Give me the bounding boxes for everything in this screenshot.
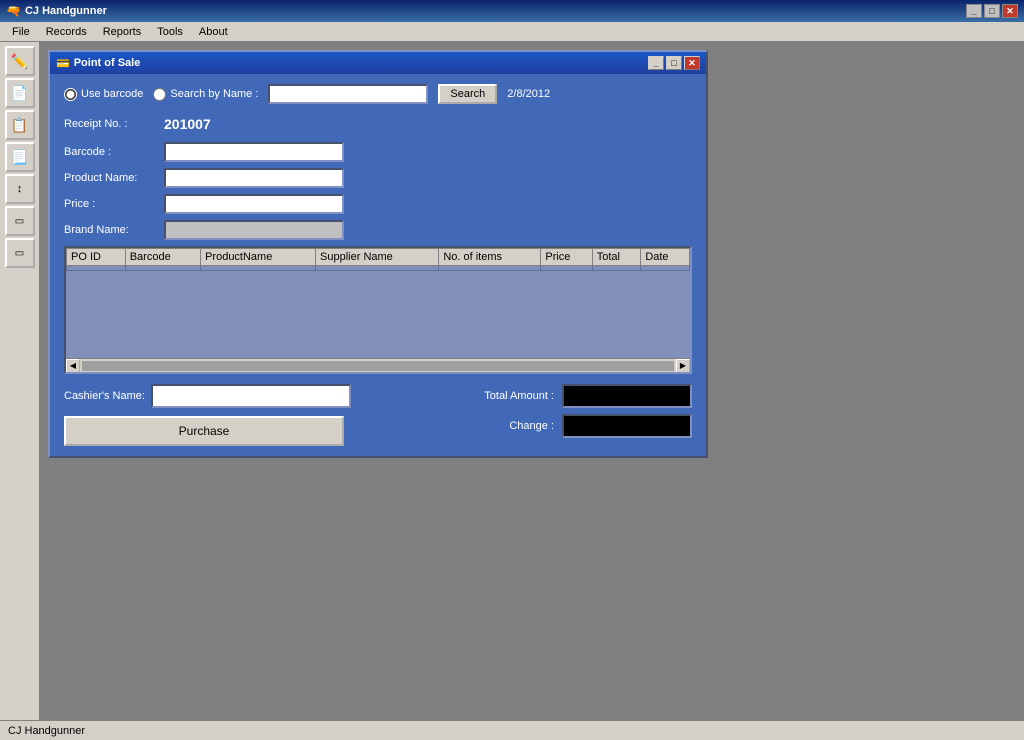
receipt-row: Receipt No. : 201007 xyxy=(64,116,692,132)
col-po-id: PO ID xyxy=(67,249,126,266)
cashier-label: Cashier's Name: xyxy=(64,390,145,402)
price-input[interactable] xyxy=(164,194,344,214)
purchase-table: PO ID Barcode ProductName Supplier Name … xyxy=(66,248,690,271)
horizontal-scrollbar[interactable]: ◀ ▶ xyxy=(66,358,690,372)
status-bar-text: CJ Handgunner xyxy=(8,725,85,737)
dialog-close-button[interactable]: ✕ xyxy=(684,56,700,70)
menu-records[interactable]: Records xyxy=(38,25,95,39)
use-barcode-radio[interactable] xyxy=(64,88,77,101)
point-of-sale-dialog: 💳 Point of Sale _ □ ✕ Use barcode xyxy=(48,50,708,458)
use-barcode-option[interactable]: Use barcode xyxy=(64,88,143,101)
brand-name-row: Brand Name: xyxy=(64,220,692,240)
product-name-label: Product Name: xyxy=(64,172,164,184)
purchase-table-container: PO ID Barcode ProductName Supplier Name … xyxy=(64,246,692,374)
scroll-track[interactable] xyxy=(82,361,674,371)
purchase-button[interactable]: Purchase xyxy=(64,416,344,446)
scroll-left-button[interactable]: ◀ xyxy=(66,359,80,373)
barcode-row: Barcode : xyxy=(64,142,692,162)
change-value xyxy=(562,414,692,438)
change-row: Change : xyxy=(454,414,692,438)
cashier-name-row: Cashier's Name: xyxy=(64,384,351,408)
app-maximize-button[interactable]: □ xyxy=(984,4,1000,18)
total-amount-label: Total Amount : xyxy=(454,390,554,402)
dialog-maximize-button[interactable]: □ xyxy=(666,56,682,70)
app-minimize-button[interactable]: _ xyxy=(966,4,982,18)
table-scroll-area[interactable]: PO ID Barcode ProductName Supplier Name … xyxy=(66,248,690,358)
sidebar-box2-button[interactable]: ▭ xyxy=(5,238,35,268)
product-name-row: Product Name: xyxy=(64,168,692,188)
price-label: Price : xyxy=(64,198,164,210)
app-close-button[interactable]: ✕ xyxy=(1002,4,1018,18)
receipt-value: 201007 xyxy=(164,116,211,132)
sidebar-doc1-button[interactable]: 📄 xyxy=(5,78,35,108)
brand-name-label: Brand Name: xyxy=(64,224,164,236)
sidebar-doc2-button[interactable]: 📋 xyxy=(5,110,35,140)
bottom-row: Cashier's Name: Purchase Total Amount : … xyxy=(64,384,692,446)
dialog-body: Use barcode Search by Name : Search 2/8/… xyxy=(50,74,706,456)
sidebar-edit-button[interactable]: ✏️ xyxy=(5,46,35,76)
scroll-right-button[interactable]: ▶ xyxy=(676,359,690,373)
col-price: Price xyxy=(541,249,592,266)
table-row xyxy=(67,266,690,271)
brand-name-input[interactable] xyxy=(164,220,344,240)
search-by-name-radio[interactable] xyxy=(153,88,166,101)
sidebar: ✏️ 📄 📋 📃 ↕ ▭ ▭ xyxy=(0,42,40,720)
status-bar: CJ Handgunner xyxy=(0,720,1024,740)
search-name-input[interactable] xyxy=(268,84,428,104)
dialog-title-bar: 💳 Point of Sale _ □ ✕ xyxy=(50,52,706,74)
menu-about[interactable]: About xyxy=(191,25,236,39)
menu-file[interactable]: File xyxy=(4,25,38,39)
col-total: Total xyxy=(592,249,641,266)
menu-bar: File Records Reports Tools About xyxy=(0,22,1024,42)
sidebar-nav-button[interactable]: ↕ xyxy=(5,174,35,204)
sidebar-box1-button[interactable]: ▭ xyxy=(5,206,35,236)
totals-section: Total Amount : Change : xyxy=(454,384,692,438)
menu-reports[interactable]: Reports xyxy=(95,25,150,39)
change-label: Change : xyxy=(454,420,554,432)
receipt-label: Receipt No. : xyxy=(64,118,164,130)
use-barcode-label: Use barcode xyxy=(81,88,143,100)
content-area: 💳 Point of Sale _ □ ✕ Use barcode xyxy=(40,42,1024,720)
search-options-row: Use barcode Search by Name : Search 2/8/… xyxy=(64,84,692,104)
app-title: CJ Handgunner xyxy=(25,5,107,17)
total-amount-row: Total Amount : xyxy=(454,384,692,408)
total-amount-value xyxy=(562,384,692,408)
app-icon: 🔫 xyxy=(6,4,21,18)
sidebar-doc3-button[interactable]: 📃 xyxy=(5,142,35,172)
search-by-name-label: Search by Name : xyxy=(170,88,258,100)
col-date: Date xyxy=(641,249,690,266)
menu-tools[interactable]: Tools xyxy=(149,25,191,39)
col-barcode: Barcode xyxy=(125,249,200,266)
barcode-input[interactable] xyxy=(164,142,344,162)
search-button[interactable]: Search xyxy=(438,84,497,104)
dialog-minimize-button[interactable]: _ xyxy=(648,56,664,70)
col-product-name: ProductName xyxy=(201,249,316,266)
app-title-bar: 🔫 CJ Handgunner _ □ ✕ xyxy=(0,0,1024,22)
dialog-title: Point of Sale xyxy=(74,57,141,69)
dialog-icon: 💳 xyxy=(56,57,70,70)
col-num-items: No. of items xyxy=(439,249,541,266)
col-supplier-name: Supplier Name xyxy=(316,249,439,266)
barcode-label: Barcode : xyxy=(64,146,164,158)
price-row: Price : xyxy=(64,194,692,214)
cashier-name-input[interactable] xyxy=(151,384,351,408)
date-display: 2/8/2012 xyxy=(507,88,550,100)
product-name-input[interactable] xyxy=(164,168,344,188)
cashier-section: Cashier's Name: Purchase xyxy=(64,384,351,446)
search-by-name-option[interactable]: Search by Name : xyxy=(153,88,258,101)
